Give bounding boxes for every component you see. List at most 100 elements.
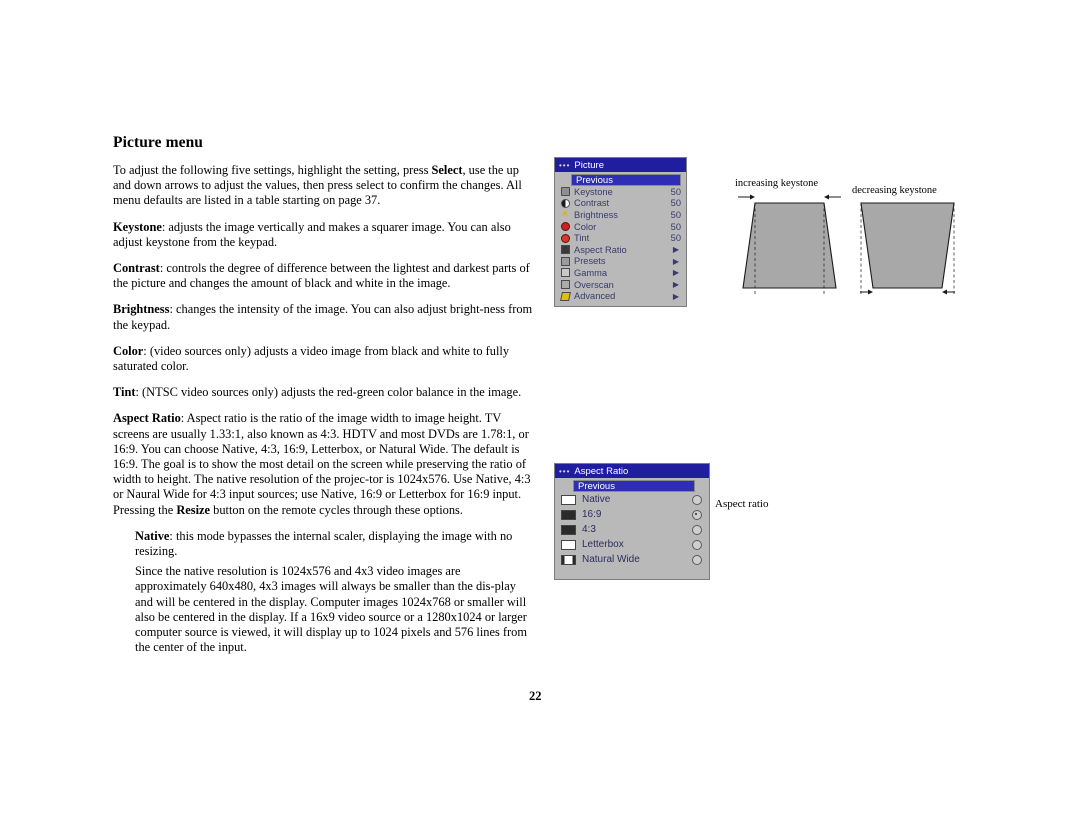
paragraph-intro: To adjust the following five settings, h… [113,163,533,209]
para-run-bold: Brightness [113,302,170,317]
para-run: Since the native resolution is 1024x576 … [135,564,527,655]
native-swatch-icon [561,494,576,505]
menu-item-value: 50 [670,198,681,209]
para-run-bold: Tint [113,385,136,400]
paragraph-contrast: Contrast: controls the degree of differe… [113,261,533,291]
menu-item-label: Tint [574,233,590,244]
menu-item-label: Overscan [574,279,614,290]
menu-item-label: Brightness [574,209,618,220]
menu-item-brightness[interactable]: ☀ Brightness 50 [557,209,684,221]
para-run: : controls the degree of difference betw… [113,261,530,291]
aspect-option-radio-selected[interactable] [692,509,702,520]
four-three-swatch-icon [561,524,576,535]
menu-item-presets[interactable]: Presets ▶ [557,256,684,268]
menu-item-keystone[interactable]: Keystone 50 [557,186,684,198]
letterbox-swatch-icon [561,539,576,550]
menu-item-overscan[interactable]: Overscan ▶ [557,279,684,291]
para-run: : (NTSC video sources only) adjusts the … [135,385,522,400]
paragraph-native: Native: this mode bypasses the internal … [135,529,533,559]
aspect-ratio-icon [559,245,571,255]
aspect-menu-title: Aspect Ratio [574,465,629,477]
aspect-option-radio[interactable] [692,539,702,550]
aspect-option-radio[interactable] [692,524,702,535]
aspect-option-label: 4:3 [582,524,596,535]
para-run: : adjusts the image vertically and makes… [113,219,511,249]
picture-menu-titlebar: ••• Picture [555,158,686,172]
menu-dots-icon: ••• [559,466,571,476]
submenu-arrow-icon: ▶ [672,280,680,290]
tint-icon [559,233,571,243]
aspect-option-label: Native [582,494,611,505]
aspect-option-label: Letterbox [582,539,624,550]
aspect-option-16-9[interactable]: 16:9 [557,507,707,522]
menu-item-value: 50 [670,233,681,244]
aspect-option-label: Natural Wide [582,554,640,565]
document-page: Picture menu To adjust the following fiv… [0,0,1080,834]
aspect-option-4-3[interactable]: 4:3 [557,522,707,537]
submenu-arrow-icon: ▶ [672,291,680,301]
para-run-bold: Keystone [113,219,162,234]
paragraph-brightness: Brightness: changes the intensity of the… [113,302,533,332]
menu-item-label: Presets [574,256,606,267]
keystone-shape-increasing [742,202,837,289]
aspect-ratio-callout-label: Aspect ratio [715,498,769,510]
aspect-option-radio[interactable] [692,554,702,565]
gamma-icon [559,268,571,278]
menu-item-advanced[interactable]: Advanced ▶ [557,290,684,302]
presets-icon [559,256,571,266]
aspect-ratio-menu-panel[interactable]: ••• Aspect Ratio Previous Native 16:9 4:… [554,463,710,580]
natural-wide-swatch-icon [561,554,576,565]
menu-item-contrast[interactable]: Contrast 50 [557,198,684,210]
menu-item-aspect-ratio[interactable]: Aspect Ratio ▶ [557,244,684,256]
para-run: button on the remote cycles through thes… [210,502,463,517]
color-icon [559,222,571,232]
increasing-keystone-diagram [738,194,841,295]
paragraph-tint: Tint: (NTSC video sources only) adjusts … [113,385,533,400]
para-run: : changes the intensity of the image. Yo… [113,302,533,332]
menu-item-tint[interactable]: Tint 50 [557,232,684,244]
para-run: : Aspect ratio is the ratio of the image… [113,411,531,517]
aspect-option-radio[interactable] [692,494,702,505]
picture-menu-previous-item[interactable]: Previous [571,174,681,186]
menu-item-label: Aspect Ratio [574,244,627,255]
para-run-bold: Resize [176,502,211,517]
decreasing-keystone-diagram [860,202,955,295]
menu-item-label: Keystone [574,186,613,197]
page-number: 22 [529,689,542,703]
aspect-option-label: 16:9 [582,509,602,520]
menu-item-label: Advanced [574,291,616,302]
menu-item-value: 50 [670,209,681,220]
picture-menu-title: Picture [574,159,604,171]
menu-dots-icon: ••• [559,160,571,170]
menu-item-color[interactable]: Color 50 [557,221,684,233]
para-run-bold: Aspect Ratio [113,411,181,426]
contrast-icon [559,198,571,208]
para-run: : this mode bypasses the internal scaler… [135,528,513,559]
menu-item-value: 50 [670,221,681,232]
advanced-icon [559,291,571,301]
para-run-bold: Contrast [113,261,160,276]
submenu-arrow-icon: ▶ [672,245,680,255]
paragraph-native-detail: Since the native resolution is 1024x576 … [135,564,533,655]
para-run: : (video sources only) adjusts a video i… [113,343,510,374]
menu-item-gamma[interactable]: Gamma ▶ [557,267,684,279]
menu-item-label: Contrast [574,198,610,209]
submenu-arrow-icon: ▶ [672,268,680,278]
aspect-option-natural-wide[interactable]: Natural Wide [557,552,707,567]
menu-item-label: Gamma [574,267,608,278]
aspect-menu-titlebar: ••• Aspect Ratio [555,464,709,478]
aspect-option-native[interactable]: Native [557,492,707,507]
paragraph-aspect-ratio: Aspect Ratio: Aspect ratio is the ratio … [113,411,533,517]
aspect-menu-previous-item[interactable]: Previous [573,480,695,492]
keystone-shape-decreasing [860,202,955,289]
aspect-option-letterbox[interactable]: Letterbox [557,537,707,552]
paragraph-keystone: Keystone: adjusts the image vertically a… [113,220,533,250]
picture-menu-panel[interactable]: ••• Picture Previous Keystone 50 Contras… [554,157,687,307]
brightness-icon: ☀ [560,208,570,220]
menu-item-value: 50 [670,186,681,197]
paragraph-color: Color: (video sources only) adjusts a vi… [113,344,533,374]
para-run-bold: Select [431,163,463,177]
aspect-menu-body: Previous Native 16:9 4:3 Letterbox Natur… [555,478,709,575]
para-run-bold: Color [113,343,144,358]
overscan-icon [559,280,571,290]
